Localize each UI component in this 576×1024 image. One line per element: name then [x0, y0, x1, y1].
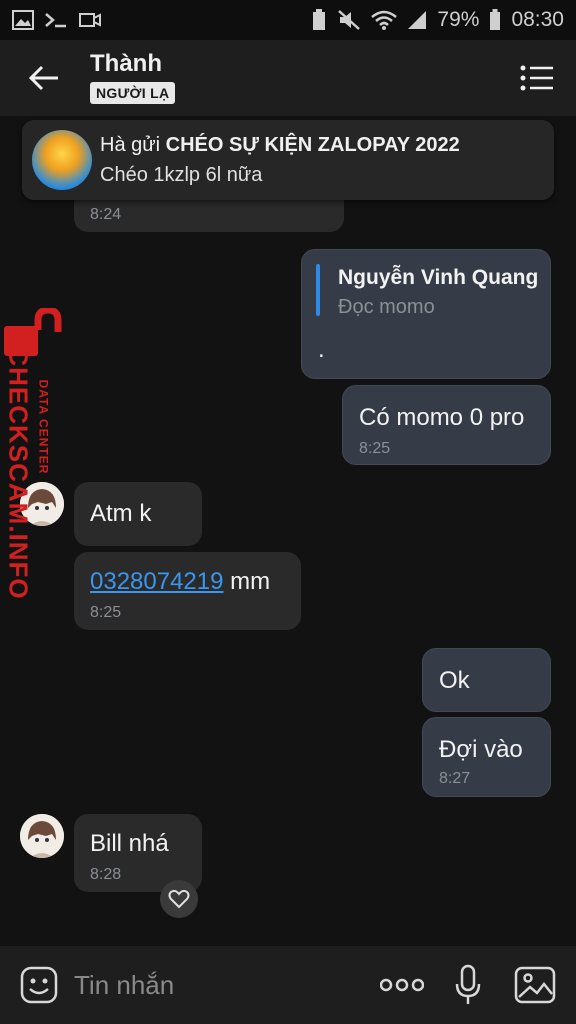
- pinned-message[interactable]: Hà gửi CHÉO SỰ KIỆN ZALOPAY 2022 Chéo 1k…: [22, 120, 554, 200]
- pinned-subtitle: Chéo 1kzlp 6l nữa: [100, 164, 263, 186]
- pinned-sender: Hà gửi: [100, 134, 166, 156]
- message-bubble-outgoing[interactable]: Ok: [422, 648, 551, 712]
- message-text: Bill nhá: [90, 830, 169, 857]
- message-bubble-incoming[interactable]: 0328074219 mm 8:25: [74, 552, 301, 630]
- message-time: 8:24: [90, 206, 122, 223]
- watermark-brand: CHECKSCAM.INFO: [3, 347, 34, 600]
- message-time: 8:27: [439, 770, 471, 787]
- image-icon[interactable]: [514, 966, 556, 1004]
- terminal-icon: [45, 13, 66, 28]
- reply-quote-bar: [316, 264, 320, 316]
- message-bubble-incoming[interactable]: Atm k: [74, 482, 202, 546]
- battery-percent: 79%: [437, 8, 480, 31]
- arrow-left-icon[interactable]: [26, 60, 62, 96]
- message-bubble-outgoing-reply[interactable]: Nguyễn Vinh Quang Đọc momo .: [301, 249, 551, 379]
- message-bubble-outgoing[interactable]: Đợi vào 8:27: [422, 717, 551, 797]
- gallery-icon: [12, 10, 34, 30]
- battery-saver-icon: [313, 9, 326, 30]
- message-input[interactable]: Tin nhắn: [74, 970, 174, 1001]
- signal-icon: [408, 11, 427, 29]
- emoji-icon[interactable]: [20, 966, 58, 1004]
- message-suffix: mm: [223, 568, 271, 595]
- status-bar: 79% 08:30: [0, 0, 576, 40]
- message-text: .: [318, 336, 325, 363]
- message-time: 8:25: [359, 440, 391, 457]
- pinned-headline: CHÉO SỰ KIỆN ZALOPAY 2022: [165, 134, 460, 156]
- avatar[interactable]: [20, 814, 64, 858]
- status-left-icons: [12, 10, 102, 30]
- pinned-title: Hà gửi CHÉO SỰ KIỆN ZALOPAY 2022: [100, 134, 460, 157]
- watermark-sub: DATA CENTER: [36, 379, 51, 475]
- more-dots-icon[interactable]: [380, 978, 424, 992]
- message-time: 8:25: [90, 604, 122, 621]
- chat-header: Thành NGƯỜI LẠ: [0, 40, 576, 116]
- status-right-icons: 79% 08:30: [311, 8, 564, 32]
- message-text: Atm k: [90, 500, 152, 527]
- message-text: Có momo 0 pro: [359, 404, 525, 431]
- message-bubble-outgoing[interactable]: Có momo 0 pro 8:25: [342, 385, 551, 465]
- list-menu-icon[interactable]: [520, 64, 554, 92]
- reply-author: Nguyễn Vinh Quang: [338, 266, 539, 289]
- avatar-face-icon: [20, 814, 64, 858]
- mute-icon: [338, 10, 361, 30]
- composer-bar: Tin nhắn: [0, 946, 576, 1024]
- battery-icon: [490, 9, 501, 30]
- phone-number-link[interactable]: 0328074219: [90, 568, 223, 595]
- clock: 08:30: [511, 8, 564, 31]
- event-thumbnail: [32, 130, 92, 190]
- heart-icon: [168, 889, 190, 909]
- wifi-icon: [371, 10, 398, 30]
- react-heart-button[interactable]: [160, 880, 198, 918]
- reply-text: Đọc momo: [338, 296, 435, 318]
- video-camera-icon: [79, 13, 101, 27]
- message-text: Ok: [439, 667, 470, 694]
- microphone-icon[interactable]: [454, 964, 482, 1006]
- message-time: 8:28: [90, 866, 122, 883]
- message-text: Đợi vào: [439, 736, 523, 763]
- message-text: 0328074219 mm: [90, 568, 270, 596]
- contact-name[interactable]: Thành: [90, 50, 162, 78]
- stranger-badge: NGƯỜI LẠ: [90, 82, 176, 104]
